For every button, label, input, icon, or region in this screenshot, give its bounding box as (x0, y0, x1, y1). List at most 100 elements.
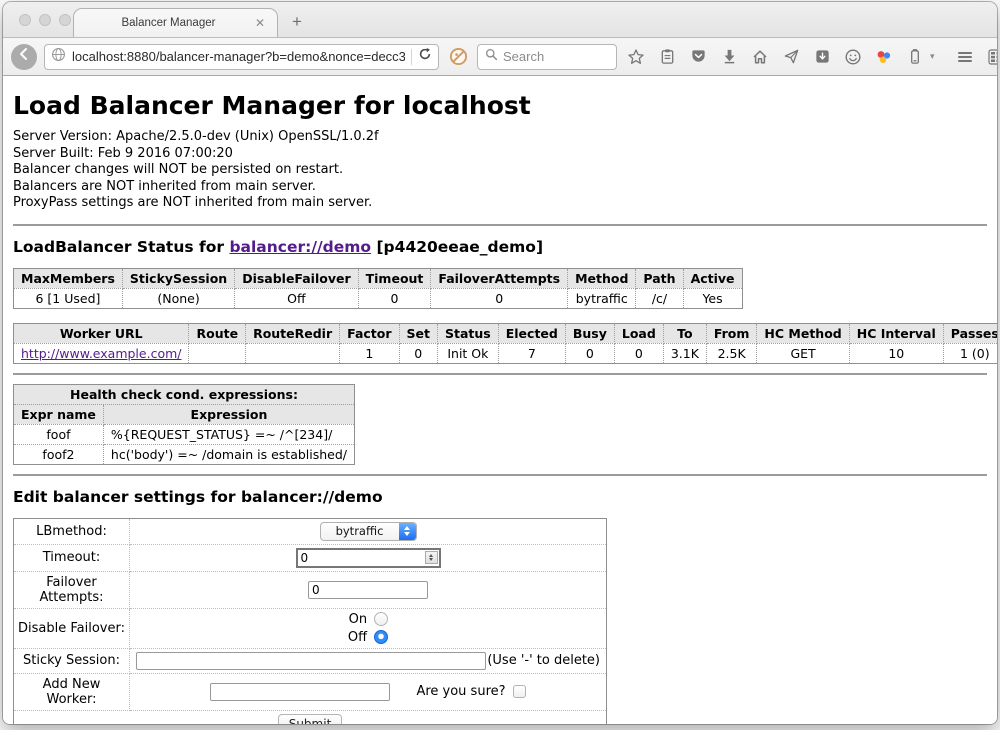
radio-off-label: Off (348, 630, 367, 645)
status-heading-suffix: [p4420eeae_demo] (371, 238, 543, 256)
column-header: Passes (943, 323, 997, 343)
column-header: Expression (103, 404, 354, 424)
table-cell: foof (14, 424, 104, 444)
table-cell: 6 [1 Used] (14, 288, 123, 308)
persist-notice-line: Balancer changes will NOT be persisted o… (13, 162, 987, 179)
loadbalancer-status-heading: LoadBalancer Status for balancer://demo … (13, 238, 987, 256)
sticky-session-input[interactable] (136, 652, 486, 670)
table-cell: 1 (0) (943, 343, 997, 363)
column-header: To (663, 323, 706, 343)
confirm-label: Are you sure? (416, 684, 505, 699)
table-cell: 10 (849, 343, 943, 363)
search-placeholder: Search (503, 49, 544, 64)
column-header: MaxMembers (14, 268, 123, 288)
confirm-checkbox[interactable] (513, 685, 526, 698)
bookmark-star-icon[interactable] (624, 45, 648, 69)
table-cell (246, 343, 340, 363)
lbmethod-selected-value: bytraffic (321, 523, 399, 540)
table-cell: GET (757, 343, 849, 363)
number-spinner-icon[interactable] (425, 551, 438, 564)
table-cell: 0 (399, 343, 437, 363)
balancer-settings-form: LBmethod: bytraffic Timeout: (13, 518, 607, 724)
tab-balancer-manager[interactable]: Balancer Manager ✕ (73, 8, 278, 37)
close-window-button[interactable] (19, 14, 31, 26)
lbmethod-label: LBmethod: (14, 518, 130, 544)
column-header: Status (438, 323, 499, 343)
column-header: Method (568, 268, 636, 288)
content-blocked-icon[interactable] (446, 45, 470, 69)
search-bar[interactable]: Search (477, 44, 617, 70)
table-title: Health check cond. expressions: (14, 384, 355, 404)
minimize-window-button[interactable] (39, 14, 51, 26)
reload-icon[interactable] (418, 47, 432, 66)
radio-on-label: On (349, 612, 367, 627)
table-cell: %{REQUEST_STATUS} =~ /^[234]/ (103, 424, 354, 444)
tiles-grid-icon[interactable] (984, 45, 997, 69)
url-bar[interactable]: localhost:8880/balancer-manager?b=demo&n… (44, 44, 439, 70)
column-header: Elected (498, 323, 565, 343)
table-cell: 1 (340, 343, 399, 363)
reading-list-icon[interactable] (655, 45, 679, 69)
zoom-window-button[interactable] (59, 14, 71, 26)
balancer-demo-link[interactable]: balancer://demo (229, 238, 371, 256)
table-cell: 3.1K (663, 343, 706, 363)
lbmethod-select[interactable]: bytraffic (320, 522, 417, 541)
table-row: foof2hc('body') =~ /domain is establishe… (14, 444, 355, 464)
device-battery-icon[interactable] (903, 45, 927, 69)
timeout-input[interactable] (296, 548, 441, 568)
column-header: Load (614, 323, 663, 343)
server-version-line: Server Version: Apache/2.5.0-dev (Unix) … (13, 129, 987, 146)
timeout-label: Timeout: (14, 544, 130, 571)
column-header: Set (399, 323, 437, 343)
chat-smiley-icon[interactable] (841, 45, 865, 69)
table-cell (189, 343, 246, 363)
column-header: Path (636, 268, 683, 288)
submit-button[interactable]: Submit (278, 714, 343, 724)
tab-title: Balancer Manager (84, 17, 253, 29)
section-divider (13, 474, 987, 476)
table-cell: 0 (565, 343, 614, 363)
pocket-icon[interactable] (686, 45, 710, 69)
chevron-down-icon[interactable]: ▾ (930, 51, 935, 62)
menu-hamburger-icon[interactable] (953, 45, 977, 69)
balancer-status-table: MaxMembersStickySessionDisableFailoverTi… (13, 268, 743, 309)
disable-failover-off-radio[interactable] (374, 630, 388, 644)
column-header: Busy (565, 323, 614, 343)
tab-close-icon[interactable]: ✕ (253, 16, 267, 30)
edit-settings-heading: Edit balancer settings for balancer://de… (13, 488, 987, 506)
disable-failover-label: Disable Failover: (14, 608, 130, 648)
search-icon (485, 48, 498, 66)
table-row: http://www.example.com/10Init Ok7003.1K2… (14, 343, 998, 363)
home-icon[interactable] (748, 45, 772, 69)
worker-url-link[interactable]: http://www.example.com/ (21, 346, 181, 361)
download-icon[interactable] (717, 45, 741, 69)
health-check-table: Health check cond. expressions:Expr name… (13, 384, 355, 465)
add-worker-input[interactable] (210, 683, 390, 701)
worker-status-table: Worker URLRouteRouteRedirFactorSetStatus… (13, 323, 997, 364)
tab-bar: Balancer Manager ✕ + (3, 2, 997, 38)
window-controls (19, 14, 71, 26)
column-header: HC Method (757, 323, 849, 343)
status-heading-prefix: LoadBalancer Status for (13, 238, 229, 256)
proxypass-notice-line: ProxyPass settings are NOT inherited fro… (13, 195, 987, 212)
table-cell: Yes (683, 288, 742, 308)
back-button[interactable] (11, 44, 37, 70)
server-built-line: Server Built: Feb 9 2016 07:00:20 (13, 146, 987, 163)
disable-failover-on-radio[interactable] (374, 612, 388, 626)
colored-dots-extension-icon[interactable] (872, 45, 896, 69)
browser-window: Balancer Manager ✕ + localhost:8880/bala… (3, 2, 997, 724)
failover-attempts-input[interactable] (308, 581, 428, 599)
table-cell: 7 (498, 343, 565, 363)
column-header: Active (683, 268, 742, 288)
save-to-device-icon[interactable] (810, 45, 834, 69)
column-header: Timeout (358, 268, 431, 288)
server-info: Server Version: Apache/2.5.0-dev (Unix) … (13, 129, 987, 212)
new-tab-button[interactable]: + (292, 12, 302, 32)
table-cell: Init Ok (438, 343, 499, 363)
send-page-icon[interactable] (779, 45, 803, 69)
column-header: HC Interval (849, 323, 943, 343)
site-identity-globe-icon[interactable] (51, 47, 66, 67)
table-cell: /c/ (636, 288, 683, 308)
url-text[interactable]: localhost:8880/balancer-manager?b=demo&n… (72, 49, 405, 64)
table-row: 6 [1 Used](None)Off00bytraffic/c/Yes (14, 288, 743, 308)
